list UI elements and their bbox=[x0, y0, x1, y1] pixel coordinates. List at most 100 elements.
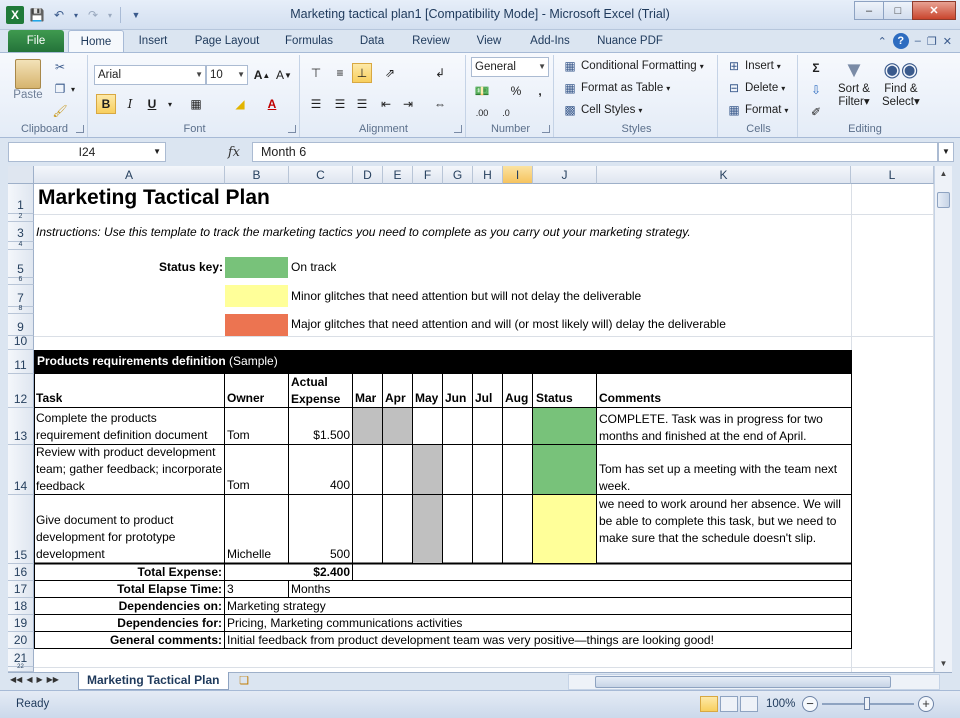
bold-button[interactable]: B bbox=[96, 94, 116, 114]
grow-font-icon[interactable]: A ▲ bbox=[252, 65, 272, 85]
autosum-icon[interactable]: Σ bbox=[806, 58, 826, 78]
underline-button[interactable]: U bbox=[142, 94, 162, 114]
alignment-launcher-icon[interactable] bbox=[454, 125, 462, 133]
task-cell[interactable]: Complete the products requirement defini… bbox=[36, 410, 224, 444]
align-left-icon[interactable]: ☰ bbox=[306, 94, 326, 114]
first-sheet-icon[interactable]: ◀◀ bbox=[10, 675, 22, 684]
name-box[interactable]: I24 ▼ bbox=[8, 142, 166, 162]
last-sheet-icon[interactable]: ▶▶ bbox=[47, 675, 59, 684]
font-name-combo[interactable]: Arial ▼ bbox=[94, 65, 206, 85]
wrap-text-icon[interactable]: ↲ bbox=[430, 63, 450, 83]
expense-cell[interactable]: 500 bbox=[289, 547, 350, 561]
status-cell-yellow[interactable] bbox=[533, 495, 596, 563]
number-format-combo[interactable]: General ▼ bbox=[471, 57, 549, 77]
zoom-slider-thumb[interactable] bbox=[864, 697, 870, 710]
header-month-jul[interactable]: Jul bbox=[475, 391, 492, 405]
header-task[interactable]: Task bbox=[36, 391, 62, 405]
zoom-in-icon[interactable]: + bbox=[918, 696, 934, 712]
summary-value-total-expense[interactable]: $2.400 bbox=[289, 565, 350, 579]
header-month-may[interactable]: May bbox=[415, 391, 438, 405]
header-month-jun[interactable]: Jun bbox=[445, 391, 466, 405]
zoom-level[interactable]: 100% bbox=[766, 698, 795, 710]
help-icon[interactable]: ? bbox=[892, 33, 909, 49]
gantt-bar-mar[interactable] bbox=[353, 408, 382, 444]
horizontal-scrollbar[interactable] bbox=[568, 674, 940, 690]
sheet-tab-marketing-tactical-plan[interactable]: Marketing Tactical Plan bbox=[78, 672, 229, 690]
tab-view[interactable]: View bbox=[470, 30, 508, 52]
summary-unit-elapse-time[interactable]: Months bbox=[291, 582, 330, 596]
gantt-bar-may[interactable] bbox=[413, 495, 442, 563]
summary-value-dependencies-for[interactable]: Pricing, Marketing communications activi… bbox=[227, 616, 462, 630]
page-break-view-icon[interactable] bbox=[740, 696, 758, 712]
expand-formula-bar-icon[interactable]: ▼ bbox=[938, 142, 954, 162]
tab-formulas[interactable]: Formulas bbox=[278, 30, 340, 52]
prev-sheet-icon[interactable]: ◀ bbox=[26, 675, 32, 684]
summary-label-dependencies-for[interactable]: Dependencies for: bbox=[34, 616, 222, 630]
fill-color-icon[interactable]: ◢ bbox=[230, 94, 250, 114]
insert-function-button[interactable]: fx bbox=[168, 142, 248, 162]
minimize-ribbon-icon[interactable]: ⌃ bbox=[878, 35, 887, 48]
paste-button[interactable]: Paste bbox=[8, 57, 48, 101]
vertical-scroll-thumb[interactable] bbox=[937, 192, 950, 208]
status-cell-green[interactable] bbox=[533, 408, 596, 444]
font-size-combo[interactable]: 10 ▼ bbox=[206, 65, 248, 85]
comma-style-icon[interactable]: , bbox=[530, 81, 550, 101]
task-cell[interactable]: Review with product development team; ga… bbox=[36, 444, 224, 495]
scroll-up-icon[interactable]: ▲ bbox=[935, 166, 952, 182]
align-center-icon[interactable]: ☰ bbox=[330, 94, 350, 114]
header-actual-expense[interactable]: Actual Expense bbox=[291, 374, 340, 408]
tab-review[interactable]: Review bbox=[404, 30, 458, 52]
orientation-icon[interactable]: ⇗ bbox=[380, 63, 400, 83]
format-cells-button[interactable]: ▦ Format ▾ bbox=[726, 102, 788, 118]
cut-button[interactable]: ✂ bbox=[52, 59, 68, 75]
align-top-icon[interactable]: ⊤ bbox=[306, 63, 326, 83]
clear-icon[interactable]: ✐ bbox=[806, 102, 826, 122]
page-layout-view-icon[interactable] bbox=[720, 696, 738, 712]
next-sheet-icon[interactable]: ▶ bbox=[36, 675, 42, 684]
summary-label-total-expense[interactable]: Total Expense: bbox=[34, 565, 222, 579]
font-launcher-icon[interactable] bbox=[288, 125, 296, 133]
doc-restore-icon[interactable]: ❐ bbox=[927, 35, 937, 48]
comment-cell[interactable]: Tom has set up a meeting with the team n… bbox=[599, 461, 851, 495]
summary-value-elapse-time[interactable]: 3 bbox=[227, 582, 234, 596]
horizontal-scroll-thumb[interactable] bbox=[595, 676, 891, 688]
shrink-font-icon[interactable]: A ▼ bbox=[274, 65, 294, 85]
insert-cells-button[interactable]: ⊞ Insert ▾ bbox=[726, 58, 781, 74]
expense-cell[interactable]: 400 bbox=[289, 478, 350, 492]
tab-add-ins[interactable]: Add-Ins bbox=[520, 30, 580, 52]
increase-decimal-icon[interactable]: .00 bbox=[472, 103, 492, 123]
delete-cells-button[interactable]: ⊟ Delete ▾ bbox=[726, 80, 785, 96]
comment-cell[interactable]: we need to work around her absence. We w… bbox=[599, 496, 851, 547]
summary-value-general-comments[interactable]: Initial feedback from product developmen… bbox=[227, 633, 714, 647]
worksheet-grid[interactable]: A B C D E F G H I J K L 1 2 3 4 5 6 7 8 … bbox=[8, 166, 934, 672]
accounting-format-icon[interactable]: 💵 bbox=[472, 81, 492, 101]
align-bottom-icon[interactable]: ⊥ bbox=[352, 63, 372, 83]
decrease-indent-icon[interactable]: ⇤ bbox=[376, 94, 396, 114]
tab-home[interactable]: Home bbox=[68, 30, 124, 53]
cell-styles-button[interactable]: ▩ Cell Styles ▾ bbox=[562, 102, 642, 118]
font-color-icon[interactable]: A bbox=[262, 94, 282, 114]
percent-style-icon[interactable]: % bbox=[506, 81, 526, 101]
owner-cell[interactable]: Tom bbox=[227, 428, 250, 442]
maximize-button[interactable]: □ bbox=[883, 1, 913, 20]
increase-indent-icon[interactable]: ⇥ bbox=[398, 94, 418, 114]
find-select-button[interactable]: ◉◉ Find & Select▾ bbox=[882, 57, 920, 109]
header-status[interactable]: Status bbox=[536, 391, 573, 405]
summary-label-general-comments[interactable]: General comments: bbox=[34, 633, 222, 647]
header-comments[interactable]: Comments bbox=[599, 391, 661, 405]
decrease-decimal-icon[interactable]: .0 bbox=[496, 103, 516, 123]
doc-close-icon[interactable]: ✕ bbox=[943, 35, 952, 48]
close-button[interactable]: ✕ bbox=[912, 1, 956, 20]
expense-cell[interactable]: $1.500 bbox=[289, 428, 350, 442]
header-month-aug[interactable]: Aug bbox=[505, 391, 528, 405]
comment-cell[interactable]: COMPLETE. Task was in progress for two m… bbox=[599, 411, 851, 445]
minimize-button[interactable]: – bbox=[854, 1, 884, 20]
summary-label-elapse-time[interactable]: Total Elapse Time: bbox=[34, 582, 222, 596]
tab-nuance-pdf[interactable]: Nuance PDF bbox=[590, 30, 670, 52]
sort-filter-button[interactable]: ▼ Sort & Filter▾ bbox=[838, 57, 870, 109]
owner-cell[interactable]: Tom bbox=[227, 478, 250, 492]
underline-dropdown-icon[interactable]: ▾ bbox=[160, 94, 180, 114]
vertical-scrollbar[interactable]: ▲ ▼ bbox=[934, 166, 952, 672]
fill-icon[interactable]: ⇩ bbox=[806, 80, 826, 100]
header-owner[interactable]: Owner bbox=[227, 391, 264, 405]
